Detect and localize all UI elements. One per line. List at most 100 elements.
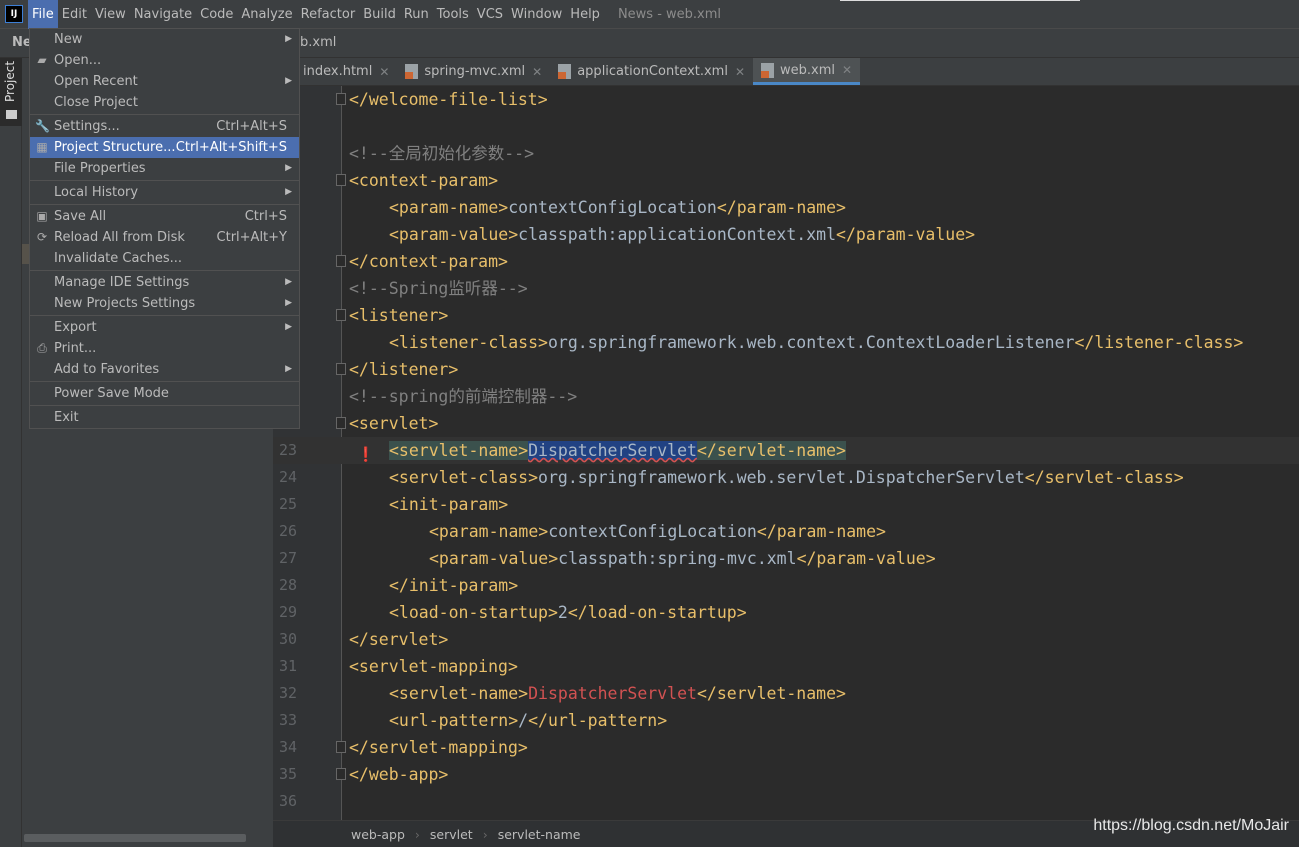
fold-marker-icon[interactable] xyxy=(336,93,346,105)
tab-index-html[interactable]: index.html ✕ xyxy=(295,58,397,85)
menu-item-reload-all-from-disk[interactable]: ⟳ Reload All from Disk Ctrl+Alt+Y xyxy=(30,227,299,248)
menu-run[interactable]: Run xyxy=(400,0,433,29)
error-marker-icon[interactable]: ❗ xyxy=(357,442,374,463)
editor-tabs: index.html ✕ spring-mvc.xml ✕ applicationCon… xyxy=(273,58,1299,86)
code-token: <servlet> xyxy=(349,414,439,433)
menu-navigate[interactable]: Navigate xyxy=(130,0,196,29)
fold-marker-icon[interactable] xyxy=(336,741,346,753)
code-token: <!--Spring监听器--> xyxy=(349,279,528,298)
printer-icon: ⎙ xyxy=(37,341,47,355)
code-token: </servlet-name> xyxy=(696,441,846,460)
menu-item-file-properties[interactable]: File Properties ▶ xyxy=(30,158,299,179)
top-strip xyxy=(840,0,1080,1)
nav-file[interactable]: b.xml xyxy=(300,35,336,50)
menu-item-label: Project Structure... xyxy=(54,140,176,155)
fold-marker-icon[interactable] xyxy=(336,255,346,267)
chevron-right-icon: › xyxy=(414,826,420,842)
menu-item-save-all[interactable]: ▣ Save All Ctrl+S xyxy=(30,206,299,227)
submenu-arrow-icon: ▶ xyxy=(285,277,292,287)
menu-code[interactable]: Code xyxy=(196,0,237,29)
code-token: </param-name> xyxy=(756,522,886,541)
code-text: <param-name>contextConfigLocation</param… xyxy=(389,194,846,221)
menu-window[interactable]: Window xyxy=(507,0,566,29)
code-editor[interactable]: 10</welcome-file-list>1112<!--全局初始化参数-->… xyxy=(273,86,1299,820)
tab-spring-mvc-xml[interactable]: spring-mvc.xml ✕ xyxy=(397,58,550,85)
menu-item-exit[interactable]: Exit xyxy=(30,407,299,428)
menu-tools[interactable]: Tools xyxy=(433,0,473,29)
submenu-arrow-icon: ▶ xyxy=(285,187,292,197)
project-tool-tab[interactable]: Project xyxy=(0,58,22,126)
code-line: 14<param-name>contextConfigLocation</par… xyxy=(273,194,1299,221)
code-line: 13<context-param> xyxy=(273,167,1299,194)
line-number: 25 xyxy=(278,495,297,513)
code-line: 23 ❗ <servlet-name>DispatcherServlet</serv… xyxy=(273,437,1299,464)
menu-item-label: Exit xyxy=(54,410,79,425)
menu-item-settings[interactable]: 🔧 Settings... Ctrl+Alt+S xyxy=(30,116,299,137)
menu-item-open-recent[interactable]: Open Recent ▶ xyxy=(30,71,299,92)
code-text: <context-param> xyxy=(349,167,498,194)
fold-marker-icon[interactable] xyxy=(336,363,346,375)
close-icon[interactable]: ✕ xyxy=(842,63,852,77)
code-text: <servlet-name>DispatcherServlet</servlet… xyxy=(389,680,846,707)
menu-item-project-structure[interactable]: ▦ Project Structure... Ctrl+Alt+Shift+S xyxy=(30,137,299,158)
menu-item-label: Open... xyxy=(54,53,102,68)
menu-build[interactable]: Build xyxy=(359,0,400,29)
menu-item-open[interactable]: ▰ Open... xyxy=(30,50,299,71)
menu-item-manage-ide-settings[interactable]: Manage IDE Settings ▶ xyxy=(30,272,299,293)
menu-analyze[interactable]: Analyze xyxy=(237,0,296,29)
breadcrumb-item[interactable]: servlet-name xyxy=(498,827,581,842)
menu-item-invalidate-caches[interactable]: Invalidate Caches... xyxy=(30,248,299,269)
line-number: 34 xyxy=(278,738,297,756)
window-title: News - web.xml xyxy=(617,6,722,22)
menu-item-label: Manage IDE Settings xyxy=(54,275,190,290)
close-icon[interactable]: ✕ xyxy=(735,65,745,79)
menu-vcs[interactable]: VCS xyxy=(473,0,507,29)
code-token: <param-name> xyxy=(389,198,509,217)
menu-refactor[interactable]: Refactor xyxy=(297,0,360,29)
tab-applicationContext-xml[interactable]: applicationContext.xml ✕ xyxy=(550,58,753,85)
close-icon[interactable]: ✕ xyxy=(532,65,542,79)
horizontal-scrollbar[interactable] xyxy=(24,834,246,842)
menu-help[interactable]: Help xyxy=(566,0,604,29)
menu-item-shortcut: Ctrl+Alt+Y xyxy=(216,230,287,245)
menu-file[interactable]: File xyxy=(28,0,58,29)
menu-item-new[interactable]: New ▶ xyxy=(30,29,299,50)
menu-separator xyxy=(30,405,299,406)
menu-item-power-save-mode[interactable]: Power Save Mode xyxy=(30,383,299,404)
breadcrumb-item[interactable]: web-app xyxy=(351,827,405,842)
wrench-icon: 🔧 xyxy=(35,119,50,133)
fold-marker-icon[interactable] xyxy=(336,174,346,186)
code-line: 29 <load-on-startup>2</load-on-startup> xyxy=(273,599,1299,626)
menu-item-close-project[interactable]: Close Project xyxy=(30,92,299,113)
line-number: 36 xyxy=(278,792,297,810)
code-line: 15<param-value>classpath:applicationCont… xyxy=(273,221,1299,248)
close-icon[interactable]: ✕ xyxy=(379,65,389,79)
menu-item-add-to-favorites[interactable]: Add to Favorites ▶ xyxy=(30,359,299,380)
line-number: 24 xyxy=(278,468,297,486)
menu-item-new-projects-settings[interactable]: New Projects Settings ▶ xyxy=(30,293,299,314)
code-token: </listener-class> xyxy=(1074,333,1244,352)
submenu-arrow-icon: ▶ xyxy=(285,364,292,374)
code-text: <!--Spring监听器--> xyxy=(349,275,528,302)
menu-item-label: Print... xyxy=(54,341,97,356)
menu-item-export[interactable]: Export ▶ xyxy=(30,317,299,338)
line-number: 26 xyxy=(278,522,297,540)
line-number: 28 xyxy=(278,576,297,594)
menu-item-local-history[interactable]: Local History ▶ xyxy=(30,182,299,203)
code-token: </url-pattern> xyxy=(528,711,668,730)
fold-marker-icon[interactable] xyxy=(336,768,346,780)
fold-marker-icon[interactable] xyxy=(336,417,346,429)
menu-view[interactable]: View xyxy=(91,0,130,29)
tab-web-xml[interactable]: web.xml ✕ xyxy=(753,58,861,85)
menu-item-label: File Properties xyxy=(54,161,146,176)
code-token: </web-app> xyxy=(349,765,449,784)
code-line: 21<!--spring的前端控制器--> xyxy=(273,383,1299,410)
fold-marker-icon[interactable] xyxy=(336,309,346,321)
menu-separator xyxy=(30,270,299,271)
breadcrumb-item[interactable]: servlet xyxy=(430,827,473,842)
save-icon: ▣ xyxy=(36,209,48,223)
menu-edit[interactable]: Edit xyxy=(58,0,91,29)
code-line: 20</listener> xyxy=(273,356,1299,383)
menu-item-print[interactable]: ⎙ Print... xyxy=(30,338,299,359)
code-token: classpath:spring-mvc.xml xyxy=(558,549,797,568)
